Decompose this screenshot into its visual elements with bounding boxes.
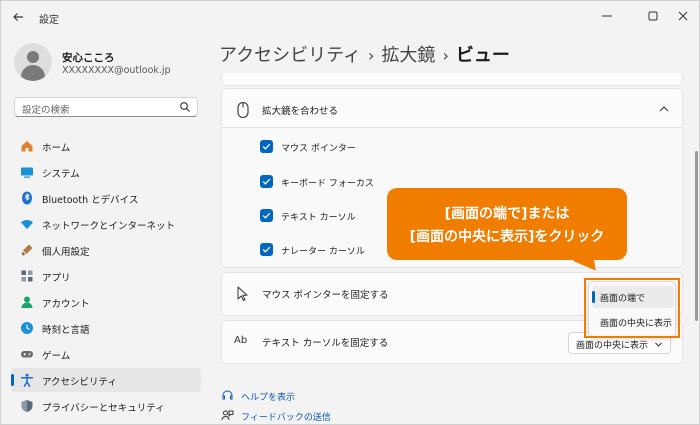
gaming-icon xyxy=(21,351,33,358)
chevron-down-icon xyxy=(655,342,662,347)
page-title: ビュー xyxy=(455,45,510,66)
sidebar-item-label: システム xyxy=(42,169,80,180)
chevron-up-icon[interactable] xyxy=(658,103,670,115)
search-input[interactable]: 設定の検索 xyxy=(14,97,198,117)
sidebar-item-label: アクセシビリティ xyxy=(42,377,117,388)
annotation-highlight-box xyxy=(584,278,680,338)
network-icon xyxy=(21,220,33,229)
breadcrumb-accessibility[interactable]: アクセシビリティ xyxy=(219,45,361,66)
title-bar: 設定 xyxy=(1,1,699,33)
option-label: テキスト カーソル xyxy=(281,213,356,223)
sidebar-item-label: ゲーム xyxy=(42,351,71,362)
personalization-icon xyxy=(22,244,33,256)
sidebar-item-label: ホーム xyxy=(42,143,71,154)
user-profile[interactable]: 安心こころ XXXXXXXX@outlook.jp xyxy=(14,43,214,83)
sidebar-item-apps[interactable]: アプリ xyxy=(11,264,201,288)
settings-window: 設定 安心こころ XXXXXXXX@outlook.jp 設定の検索 ホーム シ… xyxy=(0,0,700,425)
sidebar-item-time-language[interactable]: 時刻と言語 xyxy=(11,316,201,340)
sidebar-nav: ホーム システム Bluetooth とデバイス ネットワークとインターネット … xyxy=(11,134,201,420)
text-cursor-lock-label: テキスト カーソルを固定する xyxy=(262,338,389,349)
sidebar-item-accessibility[interactable]: アクセシビリティ xyxy=(11,368,201,392)
sidebar-item-label: 個人用設定 xyxy=(42,247,90,258)
time-language-icon xyxy=(21,322,33,334)
follow-magnifier-label: 拡大鏡を合わせる xyxy=(262,106,339,117)
checkbox-text-cursor[interactable] xyxy=(260,209,273,222)
sidebar-item-system[interactable]: システム xyxy=(11,160,201,184)
profile-email: XXXXXXXX@outlook.jp xyxy=(62,65,171,76)
close-button[interactable] xyxy=(665,5,700,27)
minimize-button[interactable] xyxy=(589,5,625,27)
dropdown-value: 画面の中央に表示 xyxy=(576,341,649,351)
search-placeholder: 設定の検索 xyxy=(22,105,70,116)
system-icon xyxy=(21,167,33,178)
help-link-label: ヘルプを表示 xyxy=(241,393,296,403)
scrollbar[interactable] xyxy=(695,151,698,321)
checkmark-icon xyxy=(262,178,271,185)
close-icon xyxy=(678,11,688,21)
home-icon xyxy=(21,141,33,152)
back-arrow-icon xyxy=(13,13,23,21)
accessibility-icon xyxy=(20,373,34,387)
apps-icon xyxy=(21,270,33,282)
privacy-icon xyxy=(21,400,33,412)
sidebar-item-label: プライバシーとセキュリティ xyxy=(42,403,165,414)
sidebar-item-label: アプリ xyxy=(42,273,71,284)
sidebar-item-label: 時刻と言語 xyxy=(42,325,90,336)
sidebar-item-bluetooth[interactable]: Bluetooth とデバイス xyxy=(11,186,201,210)
help-icon xyxy=(222,390,233,400)
checkmark-icon xyxy=(262,246,271,253)
sidebar-item-home[interactable]: ホーム xyxy=(11,134,201,158)
breadcrumb-separator: › xyxy=(368,46,375,65)
bluetooth-icon xyxy=(22,191,32,205)
follow-magnifier-header[interactable]: 拡大鏡を合わせる xyxy=(221,88,683,128)
breadcrumb: アクセシビリティ › 拡大鏡 › ビュー xyxy=(219,41,510,67)
sidebar-item-personalization[interactable]: 個人用設定 xyxy=(11,238,201,262)
callout-line-2: [画面の中央に表示]をクリック xyxy=(409,229,605,245)
previous-card-edge xyxy=(221,73,683,86)
sidebar-item-network[interactable]: ネットワークとインターネット xyxy=(11,212,201,236)
text-cursor-icon: Ab xyxy=(234,335,248,346)
checkmark-icon xyxy=(262,143,271,150)
pointer-icon xyxy=(237,286,248,301)
checkmark-icon xyxy=(262,212,271,219)
feedback-link-label: フィードバックの送信 xyxy=(241,413,331,423)
sidebar-item-accounts[interactable]: アカウント xyxy=(11,290,201,314)
breadcrumb-magnifier[interactable]: 拡大鏡 xyxy=(381,45,435,66)
minimize-icon xyxy=(602,15,612,17)
option-label: マウス ポインター xyxy=(281,144,356,154)
sidebar-item-privacy[interactable]: プライバシーとセキュリティ xyxy=(11,394,201,418)
checkbox-keyboard-focus[interactable] xyxy=(260,175,273,188)
callout-line-1: [画面の端で]または xyxy=(444,206,570,222)
sidebar-item-label: Bluetooth とデバイス xyxy=(42,195,139,206)
feedback-icon xyxy=(221,410,234,421)
accounts-icon xyxy=(21,296,33,308)
search-icon xyxy=(180,102,190,112)
option-label: キーボード フォーカス xyxy=(281,179,374,189)
mouse-icon xyxy=(237,101,249,119)
avatar xyxy=(14,43,52,81)
option-label: ナレーター カーソル xyxy=(281,247,365,257)
sidebar-item-gaming[interactable]: ゲーム xyxy=(11,342,201,366)
back-button[interactable] xyxy=(7,7,29,27)
mouse-pointer-lock-label: マウス ポインターを固定する xyxy=(262,290,389,301)
sidebar-item-label: アカウント xyxy=(42,299,90,310)
annotation-callout: [画面の端で]または [画面の中央に表示]をクリック xyxy=(387,188,627,260)
breadcrumb-separator: › xyxy=(442,46,449,65)
maximize-icon xyxy=(648,11,658,21)
app-title: 設定 xyxy=(39,15,59,26)
sidebar-item-label: ネットワークとインターネット xyxy=(42,221,176,232)
checkbox-narrator-cursor[interactable] xyxy=(260,243,273,256)
profile-name: 安心こころ xyxy=(62,52,115,64)
checkbox-mouse-pointer[interactable] xyxy=(260,140,273,153)
